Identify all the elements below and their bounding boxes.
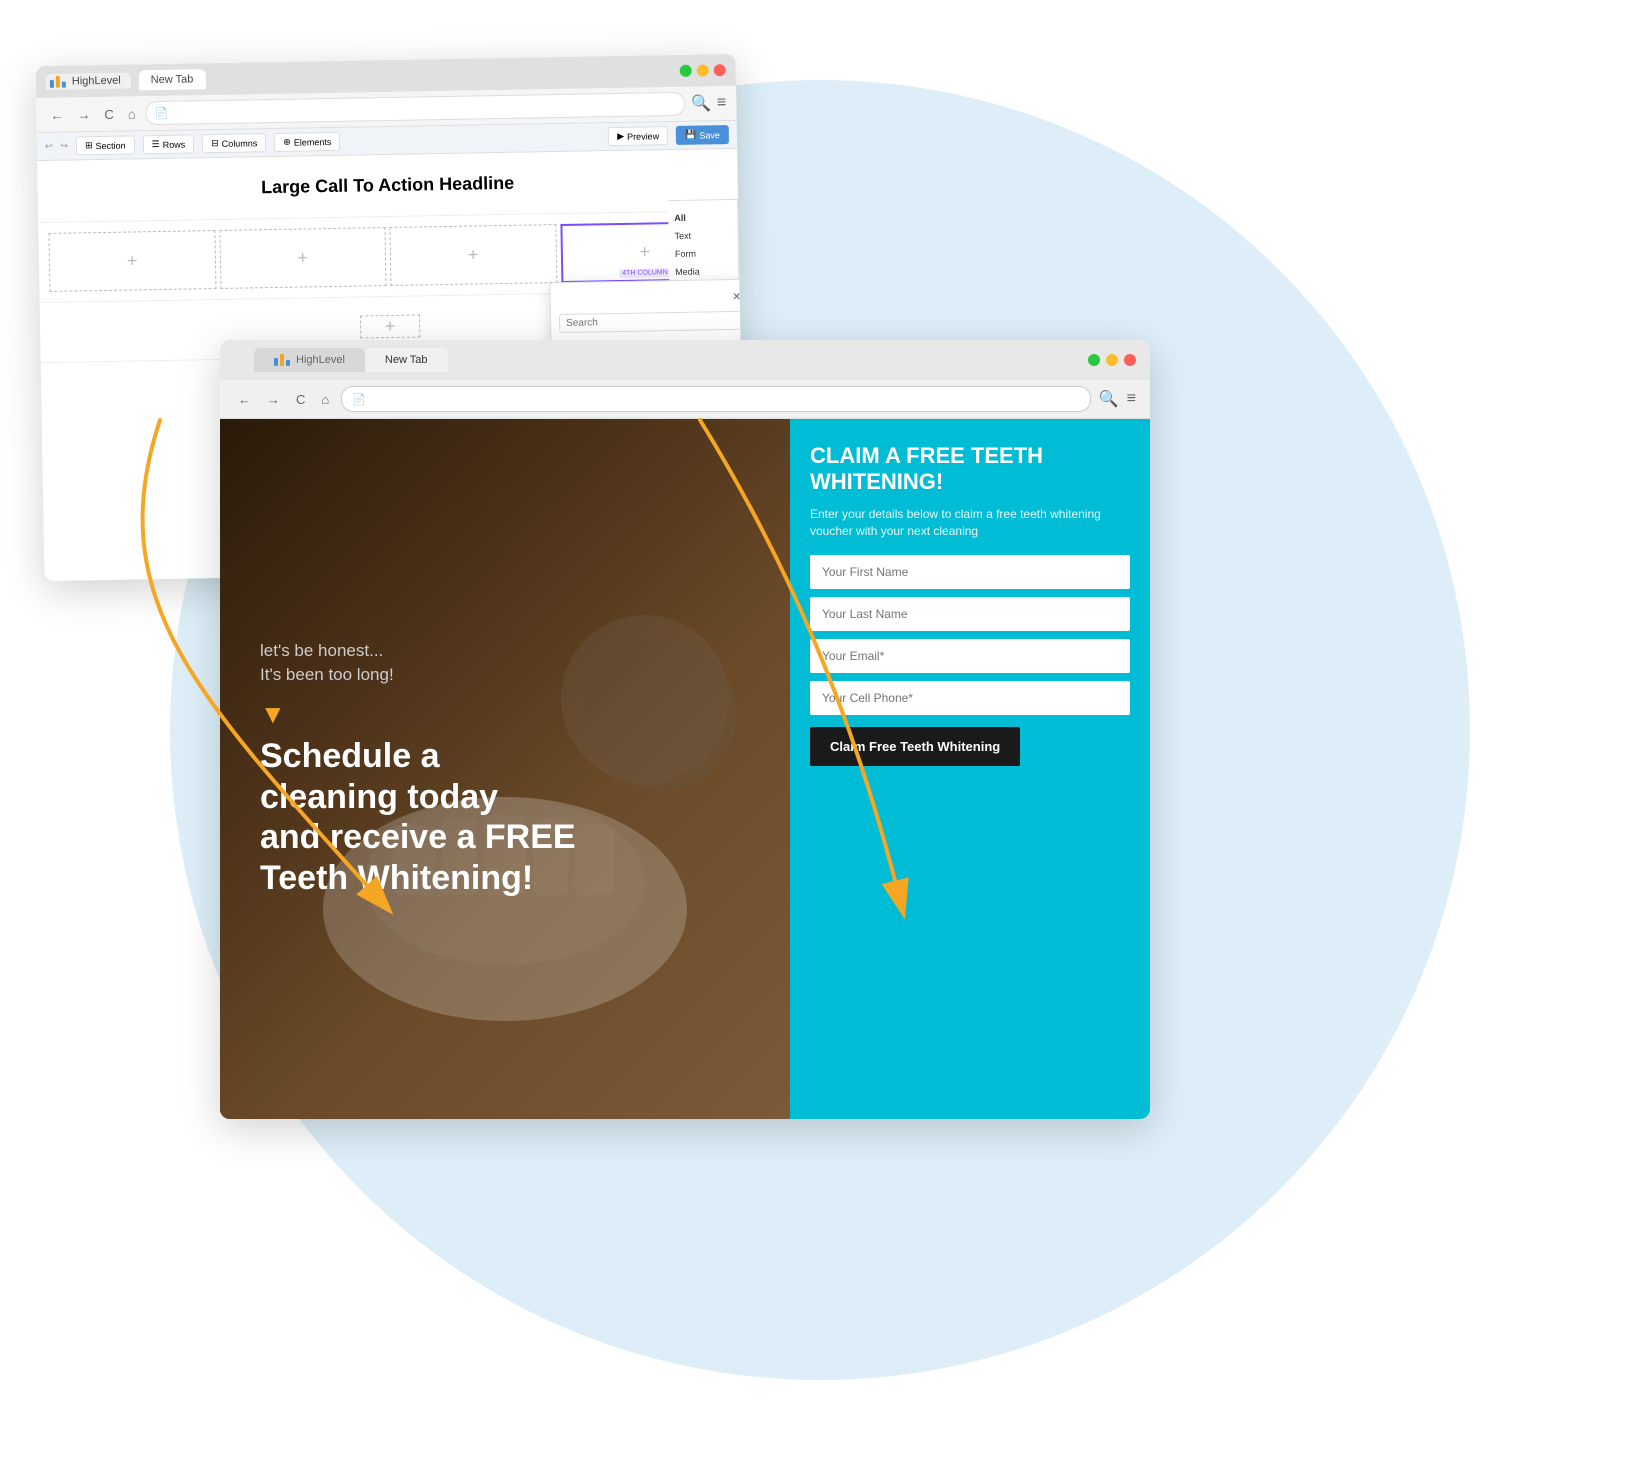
phone-input[interactable]	[810, 681, 1130, 715]
browser-tabs: HighLevel New Tab	[254, 348, 1068, 372]
landing-url-bar[interactable]: 📄	[341, 386, 1090, 412]
landing-browser-window: HighLevel New Tab ← → C ⌂ 📄 🔍 ≡	[220, 340, 1150, 1119]
landing-arrow-indicator: ▼	[260, 699, 750, 730]
search-icon[interactable]: 🔍	[691, 93, 711, 113]
home-button[interactable]: ⌂	[124, 104, 140, 123]
front-refresh-button[interactable]: C	[292, 390, 309, 409]
email-input[interactable]	[810, 639, 1130, 673]
last-name-input[interactable]	[810, 597, 1130, 631]
front-search-icon[interactable]: 🔍	[1099, 389, 1119, 409]
category-all[interactable]: All	[674, 208, 731, 227]
front-forward-button[interactable]: →	[263, 390, 284, 409]
section-button[interactable]: ⊞ Section	[76, 135, 135, 155]
front-menu-icon[interactable]: ≡	[1127, 390, 1136, 408]
popup-header: ×	[559, 288, 741, 307]
elements-icon: ⊕	[283, 137, 291, 148]
page-icon: 📄	[155, 106, 169, 119]
first-name-input[interactable]	[810, 555, 1130, 589]
tab-newtab[interactable]: New Tab	[365, 348, 448, 372]
save-button[interactable]: 💾 Save	[676, 125, 729, 145]
editor-add-row[interactable]: +	[360, 314, 420, 338]
elements-search-input[interactable]	[559, 311, 741, 333]
undo-icon[interactable]: ↩	[45, 141, 53, 152]
preview-icon: ▶	[617, 131, 624, 142]
editor-col-2[interactable]: +	[219, 227, 387, 289]
back-window-controls	[680, 64, 726, 77]
forward-nav-button[interactable]: →	[73, 105, 94, 124]
landing-form-panel: CLAIM A FREE TEETH WHITENING! Enter your…	[790, 419, 1150, 1119]
highlevel-logo	[50, 76, 66, 88]
menu-icon[interactable]: ≡	[717, 94, 727, 112]
category-text[interactable]: Text	[674, 226, 731, 245]
landing-subtitle: let's be honest... It's been too long!	[260, 639, 750, 687]
rows-button[interactable]: ☰ Rows	[142, 134, 194, 154]
back-nav-button[interactable]: ←	[46, 105, 67, 124]
url-input[interactable]: 📄	[145, 92, 685, 125]
front-highlevel-logo	[274, 354, 290, 366]
front-maximize-button[interactable]	[1088, 354, 1100, 366]
editor-col-3[interactable]: +	[389, 224, 557, 286]
editor-col-1[interactable]: +	[48, 230, 216, 292]
popup-close-button[interactable]: ×	[732, 288, 740, 304]
close-button[interactable]	[714, 64, 726, 76]
front-minimize-button[interactable]	[1106, 354, 1118, 366]
form-headline: CLAIM A FREE TEETH WHITENING!	[810, 443, 1130, 496]
front-home-button[interactable]: ⌂	[317, 390, 333, 409]
scene: HighLevel New Tab ← → C ⌂ 📄 🔍 ≡	[0, 0, 1638, 1466]
redo-icon[interactable]: ↪	[60, 141, 68, 152]
landing-left-panel: let's be honest... It's been too long! ▼…	[220, 419, 790, 1119]
landing-main-title: Schedule a cleaning today and receive a …	[260, 736, 750, 899]
front-close-button[interactable]	[1124, 354, 1136, 366]
tab-highlevel[interactable]: HighLevel	[254, 348, 365, 372]
columns-icon: ⊟	[211, 138, 219, 149]
category-form[interactable]: Form	[675, 244, 732, 263]
landing-titlebar: HighLevel New Tab	[220, 340, 1150, 380]
landing-address-bar: ← → C ⌂ 📄 🔍 ≡	[220, 380, 1150, 419]
maximize-button[interactable]	[680, 65, 692, 77]
back-tab-logo-label: HighLevel	[72, 75, 121, 88]
front-back-button[interactable]: ←	[234, 390, 255, 409]
rows-icon: ☰	[152, 139, 160, 150]
refresh-button[interactable]: C	[100, 104, 118, 123]
section-icon: ⊞	[85, 140, 93, 151]
preview-button[interactable]: ▶ Preview	[608, 126, 668, 146]
back-tab-label: New Tab	[151, 73, 194, 86]
columns-button[interactable]: ⊟ Columns	[202, 133, 266, 153]
minimize-button[interactable]	[697, 64, 709, 76]
submit-button[interactable]: Claim Free Teeth Whitening	[810, 727, 1020, 766]
landing-page-content: let's be honest... It's been too long! ▼…	[220, 419, 1150, 1119]
save-icon: 💾	[685, 130, 696, 141]
elements-button[interactable]: ⊕ Elements	[274, 132, 340, 152]
form-subtext: Enter your details below to claim a free…	[810, 506, 1130, 540]
front-window-controls	[1088, 354, 1136, 366]
landing-page-icon: 📄	[352, 393, 366, 406]
